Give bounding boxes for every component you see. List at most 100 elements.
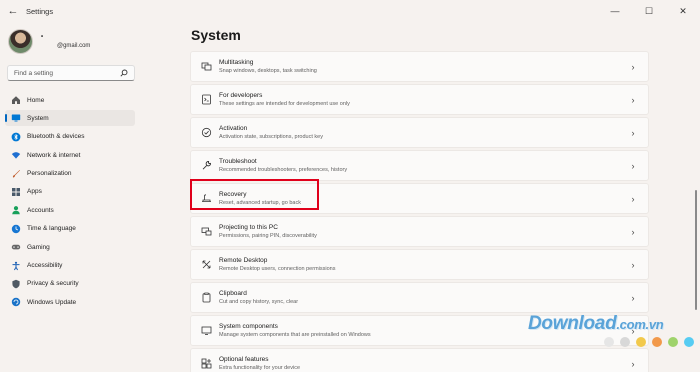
close-button[interactable]: ✕ bbox=[666, 0, 700, 22]
card-text: Optional features Extra functionality for… bbox=[219, 355, 627, 372]
sidebar-item-label: Time & language bbox=[27, 225, 76, 233]
multitasking-icon bbox=[200, 61, 212, 73]
watermark-suffix: .com.vn bbox=[616, 317, 664, 332]
profile-text: • @gmail.com bbox=[41, 33, 90, 51]
sidebar-item-system[interactable]: System bbox=[5, 110, 135, 127]
chevron-right-icon: › bbox=[631, 160, 635, 171]
search-icon[interactable] bbox=[120, 69, 128, 77]
sidebar-item-label: System bbox=[27, 114, 49, 122]
card-text: Recovery Reset, advanced startup, go back bbox=[219, 190, 627, 207]
setting-card-optional-features[interactable]: Optional features Extra functionality for… bbox=[190, 348, 649, 372]
sidebar-nav: Home System Bluetooth & devices Network & i… bbox=[5, 92, 135, 313]
back-arrow-icon: ← bbox=[7, 5, 19, 17]
card-text: Remote Desktop Remote Desktop users, conn… bbox=[219, 256, 627, 273]
shield-icon bbox=[11, 279, 21, 289]
card-description: Recommended troubleshooters, preferences… bbox=[219, 167, 348, 173]
card-title: Clipboard bbox=[219, 290, 247, 297]
sidebar-item-label: Windows Update bbox=[27, 298, 77, 306]
search-input[interactable]: Find a setting bbox=[7, 65, 135, 81]
card-text: Projecting to this PC Permissions, pairin… bbox=[219, 223, 627, 240]
developer-tools-icon bbox=[200, 94, 212, 106]
card-title: Troubleshoot bbox=[219, 158, 257, 165]
watermark-dot bbox=[652, 337, 662, 347]
sidebar-item-label: Personalization bbox=[27, 170, 72, 178]
optional-features-icon bbox=[200, 358, 212, 370]
chevron-right-icon: › bbox=[631, 193, 635, 204]
avatar bbox=[8, 29, 33, 54]
sidebar-item-accessibility[interactable]: Accessibility bbox=[5, 258, 135, 274]
accessibility-icon bbox=[11, 261, 21, 271]
check-circle-icon bbox=[200, 127, 212, 139]
setting-card-clipboard[interactable]: Clipboard Cut and copy history, sync, cle… bbox=[190, 282, 649, 313]
monitor-icon bbox=[11, 113, 21, 123]
card-text: Clipboard Cut and copy history, sync, cle… bbox=[219, 289, 627, 306]
app-title: Settings bbox=[26, 6, 54, 16]
system-components-icon bbox=[200, 325, 212, 337]
setting-card-activation[interactable]: Activation Activation state, subscription… bbox=[190, 117, 649, 148]
page-title: System bbox=[191, 27, 241, 43]
watermark-dots bbox=[604, 337, 700, 347]
setting-card-multitasking[interactable]: Multitasking Snap windows, desktops, task… bbox=[190, 51, 649, 82]
card-title: For developers bbox=[219, 92, 263, 99]
home-icon bbox=[11, 95, 21, 105]
sidebar-item-home[interactable]: Home bbox=[5, 92, 135, 108]
apps-icon bbox=[11, 187, 21, 197]
person-icon bbox=[11, 205, 21, 215]
sidebar-item-accounts[interactable]: Accounts bbox=[5, 202, 135, 218]
scrollbar[interactable] bbox=[695, 190, 697, 310]
watermark-text: Download bbox=[528, 313, 617, 334]
bluetooth-icon bbox=[11, 132, 21, 142]
globe-clock-icon bbox=[11, 224, 21, 234]
watermark: Download.com.vn bbox=[528, 313, 664, 335]
sidebar-item-label: Bluetooth & devices bbox=[27, 133, 85, 141]
sidebar-item-personalization[interactable]: Personalization bbox=[5, 166, 135, 182]
chevron-right-icon: › bbox=[631, 127, 635, 138]
user-profile[interactable]: • @gmail.com bbox=[8, 29, 90, 54]
card-title: Activation bbox=[219, 125, 248, 132]
card-title: Remote Desktop bbox=[219, 257, 268, 264]
chevron-right-icon: › bbox=[631, 226, 635, 237]
watermark-dot bbox=[668, 337, 678, 347]
chevron-right-icon: › bbox=[631, 94, 635, 105]
card-text: For developers These settings are intende… bbox=[219, 91, 627, 108]
card-description: Extra functionality for your device bbox=[219, 365, 301, 371]
setting-card-projecting-to-this-pc[interactable]: Projecting to this PC Permissions, pairin… bbox=[190, 216, 649, 247]
setting-card-troubleshoot[interactable]: Troubleshoot Recommended troubleshooters,… bbox=[190, 150, 649, 181]
card-title: Recovery bbox=[219, 191, 247, 198]
brush-icon bbox=[11, 169, 21, 179]
search-placeholder: Find a setting bbox=[14, 69, 54, 77]
sidebar-item-label: Apps bbox=[27, 188, 42, 196]
minimize-button[interactable]: — bbox=[598, 0, 632, 22]
wrench-icon bbox=[200, 160, 212, 172]
chevron-right-icon: › bbox=[631, 61, 635, 72]
back-button[interactable]: ← bbox=[2, 0, 24, 22]
projecting-icon bbox=[200, 226, 212, 238]
sidebar-item-apps[interactable]: Apps bbox=[5, 184, 135, 200]
sidebar-item-label: Network & internet bbox=[27, 151, 81, 159]
remote-desktop-icon bbox=[200, 259, 212, 271]
sidebar-item-label: Gaming bbox=[27, 243, 50, 251]
sidebar-item-bluetooth-devices[interactable]: Bluetooth & devices bbox=[5, 129, 135, 145]
sidebar-item-privacy-security[interactable]: Privacy & security bbox=[5, 276, 135, 292]
profile-email: @gmail.com bbox=[57, 42, 91, 49]
sidebar-item-time-language[interactable]: Time & language bbox=[5, 221, 135, 237]
setting-card-remote-desktop[interactable]: Remote Desktop Remote Desktop users, conn… bbox=[190, 249, 649, 280]
card-title: Multitasking bbox=[219, 59, 254, 66]
sidebar-item-network-internet[interactable]: Network & internet bbox=[5, 147, 135, 163]
sidebar-item-label: Accounts bbox=[27, 206, 54, 214]
sidebar-item-windows-update[interactable]: Windows Update bbox=[5, 294, 135, 310]
sidebar-item-label: Accessibility bbox=[27, 262, 63, 270]
card-title: Projecting to this PC bbox=[219, 224, 278, 231]
setting-card-recovery[interactable]: Recovery Reset, advanced startup, go back… bbox=[190, 183, 649, 214]
clipboard-icon bbox=[200, 292, 212, 304]
gamepad-icon bbox=[11, 242, 21, 252]
maximize-button[interactable]: ☐ bbox=[632, 0, 666, 22]
chevron-right-icon: › bbox=[631, 259, 635, 270]
setting-card-for-developers[interactable]: For developers These settings are intende… bbox=[190, 84, 649, 115]
sidebar-item-gaming[interactable]: Gaming bbox=[5, 239, 135, 255]
update-icon bbox=[11, 297, 21, 307]
sidebar-item-label: Privacy & security bbox=[27, 280, 79, 288]
window-controls: — ☐ ✕ bbox=[598, 0, 700, 22]
wifi-icon bbox=[11, 150, 21, 160]
watermark-dot bbox=[620, 337, 630, 347]
